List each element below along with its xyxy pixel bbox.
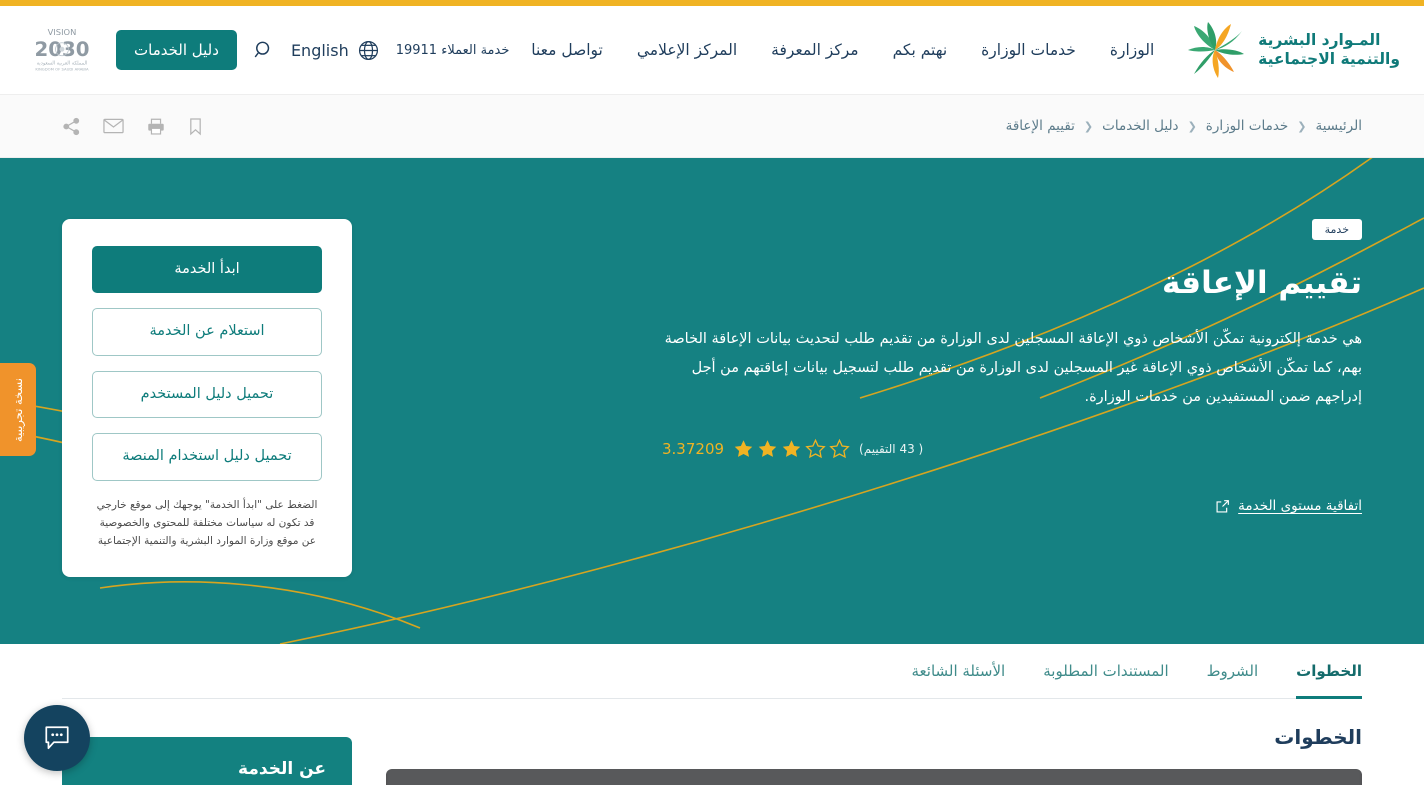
download-user-guide-button[interactable]: تحميل دليل المستخدم	[92, 370, 322, 419]
rating-stars[interactable]	[733, 438, 850, 459]
print-icon	[148, 118, 164, 135]
print-button[interactable]	[146, 117, 166, 136]
email-icon	[103, 118, 124, 134]
main-navigation: الوزارة خدمات الوزارة نهتم بكم مركز المع…	[531, 41, 1154, 59]
service-description: هي خدمة إلكترونية تمكّن الأشخاص ذوي الإع…	[664, 331, 1362, 406]
service-actions-card: ابدأ الخدمة استعلام عن الخدمة تحميل دليل…	[62, 219, 352, 577]
breadcrumb-bar: الرئيسية ❮ خدمات الوزارة ❮ دليل الخدمات …	[0, 94, 1424, 158]
vision-2030-logo[interactable]: VISION 2030 المملكة العربية السعودية KIN…	[24, 25, 100, 75]
header-logo-area: المـوارد البشرية والتنمية الاجتماعية	[1176, 22, 1400, 78]
star-empty-icon[interactable]	[829, 438, 850, 459]
breadcrumb-item-services-directory[interactable]: دليل الخدمات	[1102, 118, 1178, 134]
ministry-pinwheel-logo-icon	[1188, 22, 1245, 78]
service-rating: ( 43 التقييم) 3.37209	[662, 438, 1362, 459]
service-tabs: الخطوات الشروط المستندات المطلوبة الأسئل…	[62, 644, 1362, 699]
breadcrumb-separator-icon: ❮	[1187, 119, 1197, 133]
external-site-disclaimer: الضغط على "ابدأ الخدمة" يوجهك إلى موقع خ…	[96, 498, 318, 548]
search-button[interactable]	[253, 39, 275, 61]
breadcrumb: الرئيسية ❮ خدمات الوزارة ❮ دليل الخدمات …	[1006, 118, 1362, 134]
rating-value: 3.37209	[662, 439, 725, 458]
sla-link-label: اتفاقية مستوى الخدمة	[1238, 498, 1362, 515]
external-link-icon	[1216, 499, 1230, 513]
service-tabs-container: الخطوات الشروط المستندات المطلوبة الأسئل…	[0, 644, 1424, 699]
star-empty-icon[interactable]	[805, 438, 826, 459]
share-icon	[63, 117, 80, 135]
breadcrumb-item-home[interactable]: الرئيسية	[1316, 118, 1363, 134]
ministry-logo-line2: والتنمية الاجتماعية	[1258, 50, 1400, 68]
nav-item-knowledge-center[interactable]: مركز المعرفة	[771, 41, 858, 59]
hero-text-block: خدمة تقييم الإعاقة هي خدمة إلكترونية تمك…	[662, 218, 1362, 514]
service-type-badge: خدمة	[1311, 219, 1362, 240]
steps-heading: الخطوات	[1274, 725, 1362, 749]
breadcrumb-separator-icon: ❮	[1297, 119, 1307, 133]
beta-version-tab[interactable]: نسخة تجريبية	[0, 363, 36, 456]
steps-progress-bar	[386, 769, 1362, 785]
beta-version-label: نسخة تجريبية	[11, 377, 25, 442]
star-filled-icon[interactable]	[757, 438, 778, 459]
sla-link[interactable]: اتفاقية مستوى الخدمة	[1215, 498, 1362, 514]
share-button[interactable]	[62, 117, 81, 136]
star-filled-icon[interactable]	[733, 438, 754, 459]
chat-bubble-icon	[45, 726, 69, 750]
email-button[interactable]	[103, 118, 124, 134]
svg-text:KINGDOM OF SAUDI ARABIA: KINGDOM OF SAUDI ARABIA	[35, 67, 89, 72]
nav-item-contact-us[interactable]: تواصل معنا	[531, 41, 603, 59]
ministry-logo-line1: المـوارد البشرية	[1258, 30, 1381, 49]
steps-section: عن الخدمة الخطوات	[0, 699, 1424, 785]
services-directory-button[interactable]: دليل الخدمات	[116, 30, 237, 70]
tab-conditions[interactable]: الشروط	[1207, 644, 1259, 698]
language-switcher[interactable]: English	[291, 39, 380, 62]
download-platform-guide-button[interactable]: تحميل دليل استخدام المنصة	[92, 433, 322, 481]
nav-item-ministry[interactable]: الوزارة	[1110, 41, 1154, 59]
breadcrumb-item-ministry-services[interactable]: خدمات الوزارة	[1206, 118, 1288, 134]
chat-support-button[interactable]	[24, 705, 90, 771]
ministry-logo[interactable]: المـوارد البشرية والتنمية الاجتماعية	[1184, 22, 1400, 78]
tab-faq[interactable]: الأسئلة الشائعة	[911, 644, 1005, 698]
nav-item-media-center[interactable]: المركز الإعلامي	[637, 41, 737, 59]
steps-content: الخطوات	[386, 725, 1362, 785]
header-utility-area: خدمة العملاء 19911 English دليل الخدمات …	[24, 25, 510, 75]
start-service-button[interactable]: ابدأ الخدمة	[92, 246, 322, 294]
search-icon	[254, 41, 270, 58]
nav-item-ministry-services[interactable]: خدمات الوزارة	[981, 41, 1076, 59]
service-hero: نسخة تجريبية خدمة تقييم الإعاقة هي خدمة …	[0, 158, 1424, 644]
bookmark-button[interactable]	[188, 117, 203, 136]
ministry-logo-text: المـوارد البشرية والتنمية الاجتماعية	[1258, 31, 1400, 70]
page-tools	[62, 117, 203, 136]
site-header: المـوارد البشرية والتنمية الاجتماعية الو…	[0, 6, 1424, 94]
breadcrumb-separator-icon: ❮	[1083, 119, 1094, 133]
svg-text:VISION: VISION	[48, 27, 77, 37]
tab-required-documents[interactable]: المستندات المطلوبة	[1043, 644, 1168, 698]
language-label: English	[290, 40, 349, 60]
breadcrumb-item-current: تقييم الإعاقة	[1005, 118, 1075, 134]
customer-service-number: خدمة العملاء 19911	[395, 42, 510, 58]
about-service-card[interactable]: عن الخدمة	[62, 737, 352, 785]
bookmark-icon	[190, 117, 201, 135]
inquire-service-button[interactable]: استعلام عن الخدمة	[92, 308, 322, 356]
rating-count: ( 43 التقييم)	[859, 441, 924, 456]
svg-text:المملكة العربية السعودية: المملكة العربية السعودية	[37, 60, 88, 66]
star-filled-icon[interactable]	[781, 438, 802, 459]
page-title: تقييم الإعاقة	[1162, 265, 1362, 301]
about-service-title: عن الخدمة	[238, 759, 326, 779]
nav-item-we-care[interactable]: نهتم بكم	[893, 41, 948, 59]
tab-steps[interactable]: الخطوات	[1296, 644, 1362, 699]
globe-icon	[358, 40, 378, 60]
